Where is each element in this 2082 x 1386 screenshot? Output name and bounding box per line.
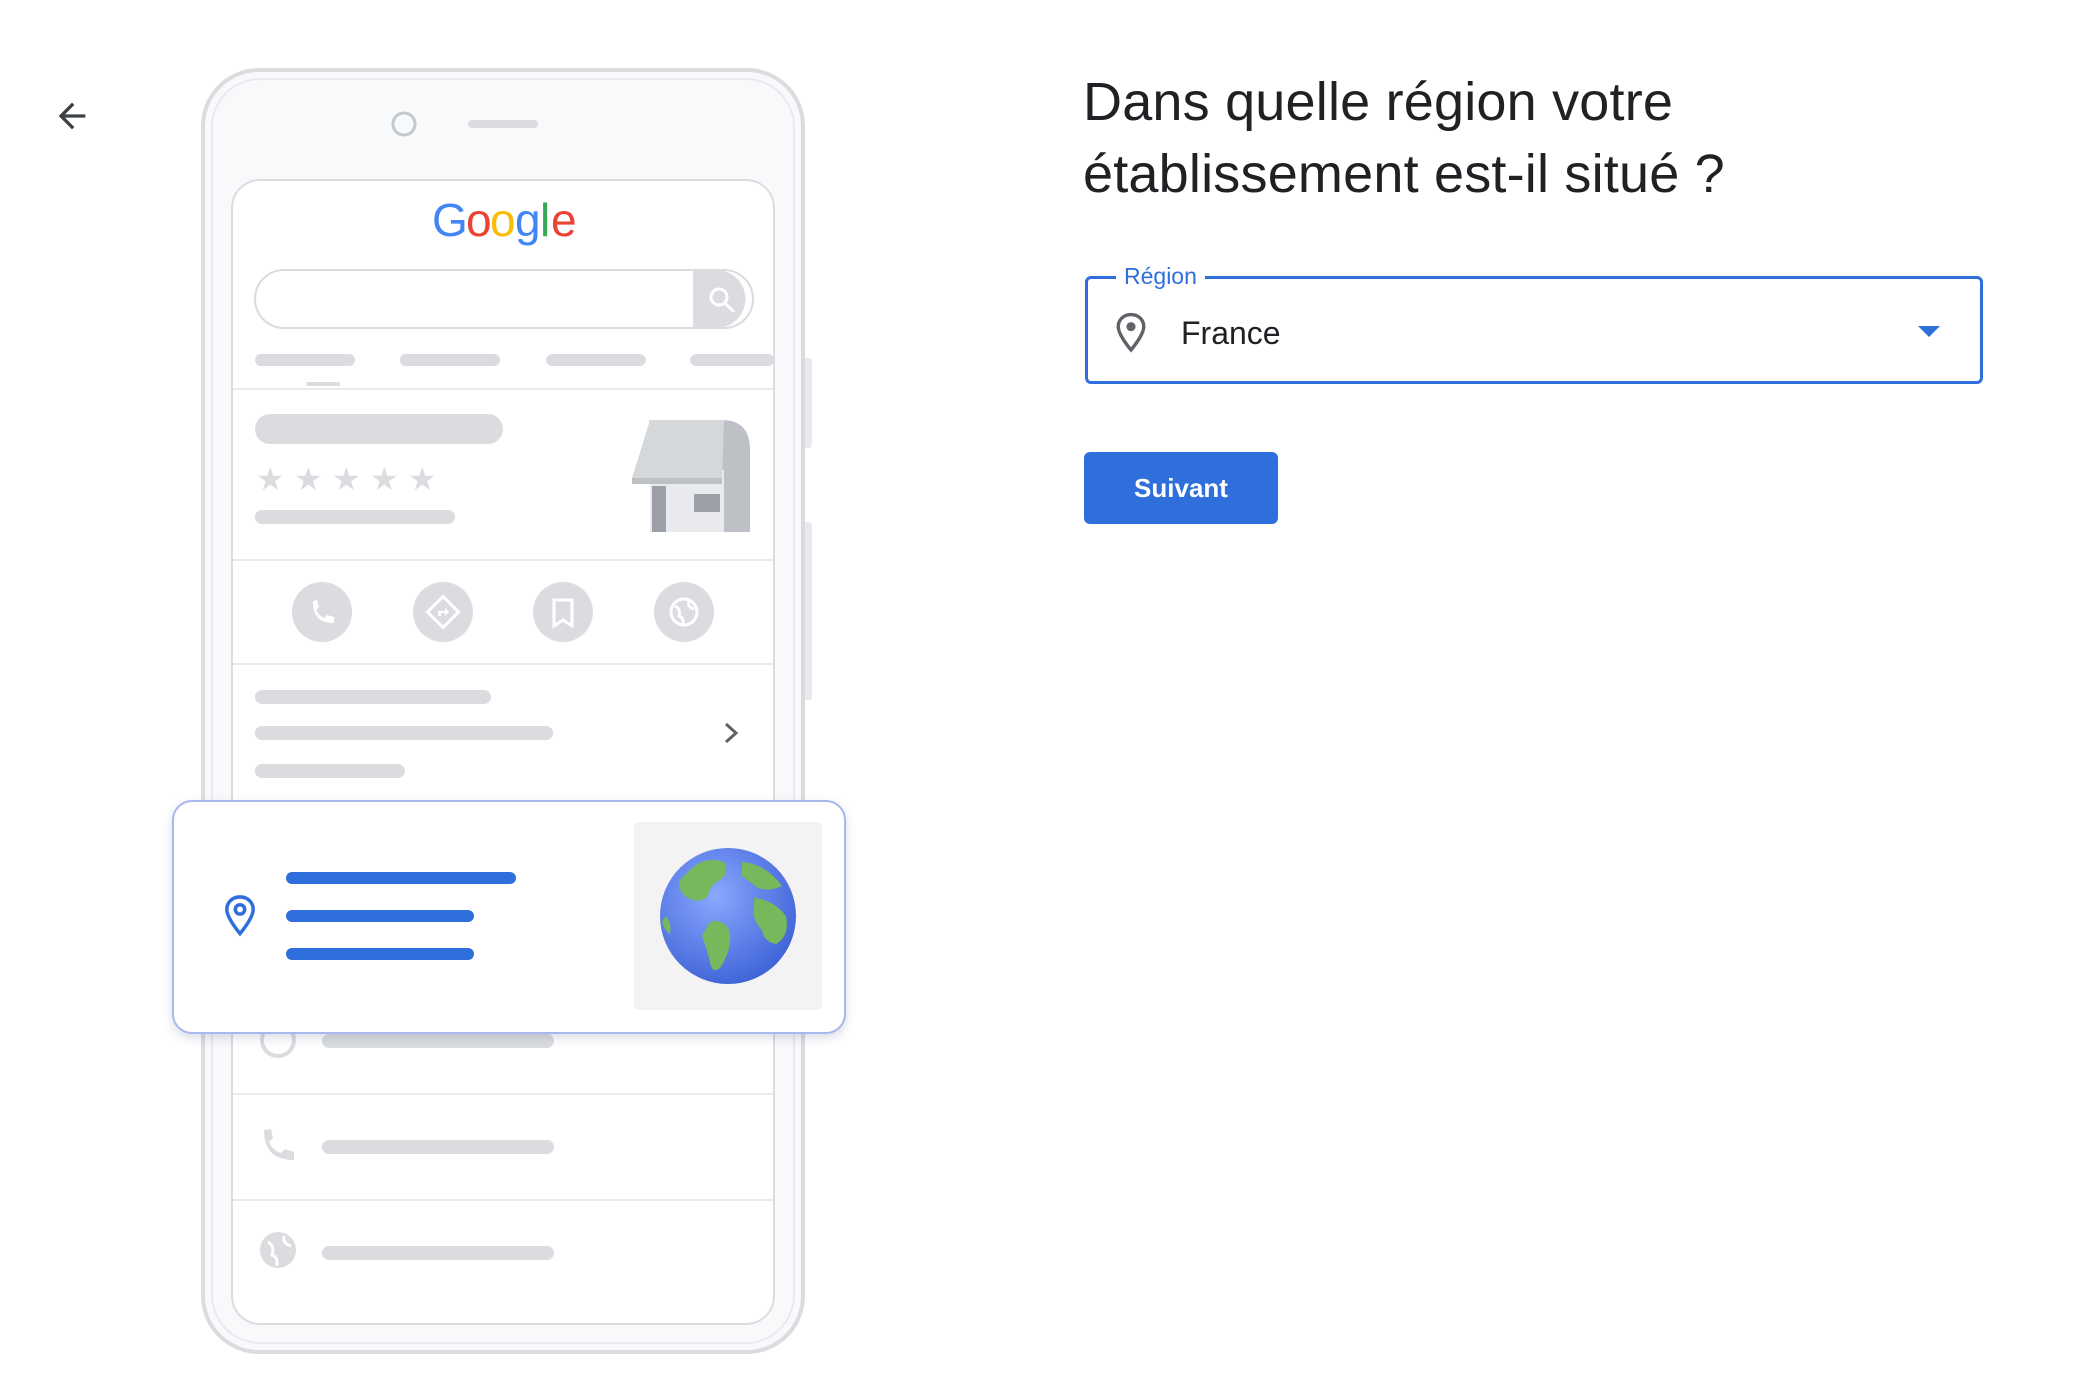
- location-pin-icon: [1116, 312, 1146, 353]
- svg-text:★: ★: [408, 460, 437, 498]
- map-thumbnail: [634, 822, 822, 1010]
- svg-text:★: ★: [332, 460, 361, 498]
- address-line: [286, 948, 474, 960]
- location-pin-icon: [225, 895, 255, 937]
- address-line: [286, 910, 474, 922]
- next-button[interactable]: Suivant: [1084, 452, 1278, 524]
- phone-illustration: G o o g l e ★ ★ ★ ★ ★: [201, 68, 812, 1354]
- svg-text:★: ★: [370, 460, 399, 498]
- earth-globe-icon: [660, 848, 796, 984]
- address-line: [286, 872, 516, 884]
- back-button[interactable]: [44, 88, 100, 144]
- dropdown-arrow-icon[interactable]: [1918, 326, 1940, 337]
- svg-text:e: e: [551, 194, 577, 246]
- region-select[interactable]: Région France: [1085, 260, 1983, 384]
- svg-text:l: l: [540, 194, 550, 246]
- region-field-label: Région: [1116, 260, 1205, 292]
- rating-stars: ★ ★ ★ ★ ★: [256, 460, 437, 498]
- svg-text:o: o: [466, 194, 492, 246]
- svg-text:★: ★: [294, 460, 323, 498]
- arrow-back-icon: [58, 102, 86, 130]
- page-title: Dans quelle région votre établissement e…: [1083, 72, 1725, 204]
- globe-icon: [260, 1232, 296, 1268]
- svg-text:o: o: [490, 194, 516, 246]
- google-logo: G o o g l e: [432, 194, 577, 246]
- location-card: [172, 800, 846, 1034]
- region-selected-value: France: [1181, 315, 1281, 351]
- svg-text:g: g: [515, 194, 541, 246]
- logo-letter-G: G: [432, 194, 468, 246]
- svg-text:★: ★: [256, 460, 285, 498]
